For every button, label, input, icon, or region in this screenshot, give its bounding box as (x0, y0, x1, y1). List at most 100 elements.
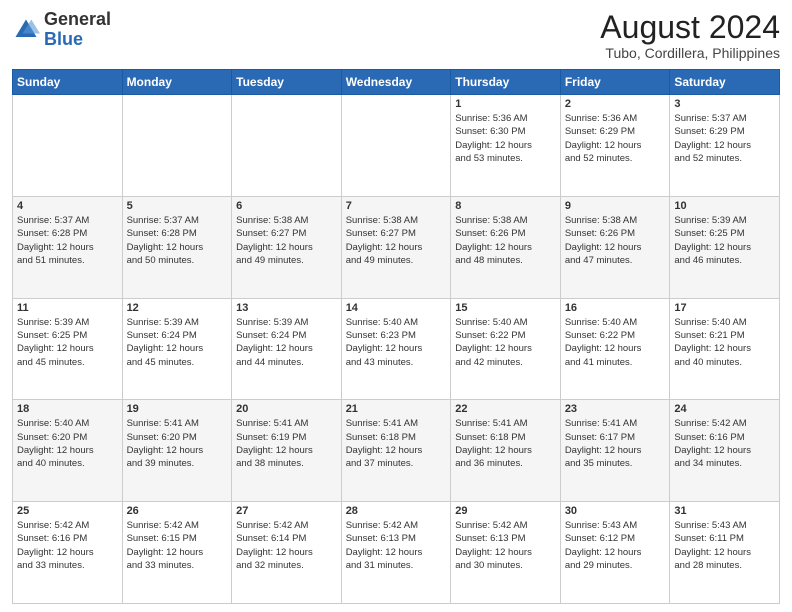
calendar-table: SundayMondayTuesdayWednesdayThursdayFrid… (12, 69, 780, 604)
day-info: Sunrise: 5:41 AM Sunset: 6:18 PM Dayligh… (346, 417, 447, 470)
day-number: 19 (127, 403, 228, 415)
calendar-cell: 1 Sunrise: 5:36 AM Sunset: 6:30 PM Daylig… (451, 95, 561, 197)
calendar-week-4: 18 Sunrise: 5:40 AM Sunset: 6:20 PM Dayli… (13, 400, 780, 502)
day-number: 20 (236, 403, 337, 415)
day-number: 23 (565, 403, 666, 415)
day-info: Sunrise: 5:38 AM Sunset: 6:26 PM Dayligh… (455, 214, 556, 267)
day-info: Sunrise: 5:38 AM Sunset: 6:27 PM Dayligh… (236, 214, 337, 267)
calendar-cell: 4 Sunrise: 5:37 AM Sunset: 6:28 PM Daylig… (13, 196, 123, 298)
day-info: Sunrise: 5:43 AM Sunset: 6:11 PM Dayligh… (674, 519, 775, 572)
calendar-cell: 30 Sunrise: 5:43 AM Sunset: 6:12 PM Dayli… (560, 502, 670, 604)
day-number: 31 (674, 505, 775, 517)
day-header-monday: Monday (122, 70, 232, 95)
day-header-saturday: Saturday (670, 70, 780, 95)
day-number: 5 (127, 200, 228, 212)
day-info: Sunrise: 5:40 AM Sunset: 6:21 PM Dayligh… (674, 316, 775, 369)
day-info: Sunrise: 5:39 AM Sunset: 6:25 PM Dayligh… (17, 316, 118, 369)
location: Tubo, Cordillera, Philippines (600, 45, 780, 61)
calendar-cell: 6 Sunrise: 5:38 AM Sunset: 6:27 PM Daylig… (232, 196, 342, 298)
day-info: Sunrise: 5:41 AM Sunset: 6:19 PM Dayligh… (236, 417, 337, 470)
calendar-cell: 21Sunrise: 5:41 AM Sunset: 6:18 PM Dayli… (341, 400, 451, 502)
calendar-cell: 31 Sunrise: 5:43 AM Sunset: 6:11 PM Dayli… (670, 502, 780, 604)
day-info: Sunrise: 5:40 AM Sunset: 6:23 PM Dayligh… (346, 316, 447, 369)
calendar-cell: 23 Sunrise: 5:41 AM Sunset: 6:17 PM Dayli… (560, 400, 670, 502)
calendar-cell: 8Sunrise: 5:38 AM Sunset: 6:26 PM Daylig… (451, 196, 561, 298)
calendar-cell: 16Sunrise: 5:40 AM Sunset: 6:22 PM Dayli… (560, 298, 670, 400)
day-header-tuesday: Tuesday (232, 70, 342, 95)
day-info: Sunrise: 5:36 AM Sunset: 6:30 PM Dayligh… (455, 112, 556, 165)
day-info: Sunrise: 5:40 AM Sunset: 6:22 PM Dayligh… (455, 316, 556, 369)
day-info: Sunrise: 5:43 AM Sunset: 6:12 PM Dayligh… (565, 519, 666, 572)
logo: General Blue (12, 10, 111, 50)
day-info: Sunrise: 5:38 AM Sunset: 6:27 PM Dayligh… (346, 214, 447, 267)
calendar-cell: 26Sunrise: 5:42 AM Sunset: 6:15 PM Dayli… (122, 502, 232, 604)
day-number: 14 (346, 302, 447, 314)
day-number: 30 (565, 505, 666, 517)
day-number: 29 (455, 505, 556, 517)
day-number: 27 (236, 505, 337, 517)
month-year: August 2024 (600, 10, 780, 45)
day-number: 1 (455, 98, 556, 110)
calendar-cell: 9Sunrise: 5:38 AM Sunset: 6:26 PM Daylig… (560, 196, 670, 298)
logo-icon (12, 16, 40, 44)
calendar-cell (13, 95, 123, 197)
day-number: 18 (17, 403, 118, 415)
day-info: Sunrise: 5:41 AM Sunset: 6:18 PM Dayligh… (455, 417, 556, 470)
calendar-week-1: 1 Sunrise: 5:36 AM Sunset: 6:30 PM Daylig… (13, 95, 780, 197)
logo-general-text: General (44, 9, 111, 29)
calendar-cell: 25Sunrise: 5:42 AM Sunset: 6:16 PM Dayli… (13, 502, 123, 604)
calendar-cell: 24 Sunrise: 5:42 AM Sunset: 6:16 PM Dayli… (670, 400, 780, 502)
day-number: 17 (674, 302, 775, 314)
calendar-cell: 2 Sunrise: 5:36 AM Sunset: 6:29 PM Daylig… (560, 95, 670, 197)
calendar-cell: 29Sunrise: 5:42 AM Sunset: 6:13 PM Dayli… (451, 502, 561, 604)
day-number: 3 (674, 98, 775, 110)
day-number: 4 (17, 200, 118, 212)
calendar-cell (341, 95, 451, 197)
day-number: 13 (236, 302, 337, 314)
day-header-friday: Friday (560, 70, 670, 95)
day-number: 6 (236, 200, 337, 212)
calendar-cell: 12 Sunrise: 5:39 AM Sunset: 6:24 PM Dayli… (122, 298, 232, 400)
day-info: Sunrise: 5:42 AM Sunset: 6:16 PM Dayligh… (674, 417, 775, 470)
calendar-cell (232, 95, 342, 197)
day-number: 11 (17, 302, 118, 314)
calendar-cell: 20 Sunrise: 5:41 AM Sunset: 6:19 PM Dayli… (232, 400, 342, 502)
calendar-week-5: 25Sunrise: 5:42 AM Sunset: 6:16 PM Dayli… (13, 502, 780, 604)
day-info: Sunrise: 5:40 AM Sunset: 6:20 PM Dayligh… (17, 417, 118, 470)
day-number: 25 (17, 505, 118, 517)
calendar-cell: 18 Sunrise: 5:40 AM Sunset: 6:20 PM Dayli… (13, 400, 123, 502)
day-info: Sunrise: 5:37 AM Sunset: 6:28 PM Dayligh… (127, 214, 228, 267)
day-info: Sunrise: 5:42 AM Sunset: 6:13 PM Dayligh… (346, 519, 447, 572)
day-info: Sunrise: 5:39 AM Sunset: 6:24 PM Dayligh… (127, 316, 228, 369)
calendar-cell: 27Sunrise: 5:42 AM Sunset: 6:14 PM Dayli… (232, 502, 342, 604)
logo-blue-text: Blue (44, 29, 83, 49)
calendar-cell: 15Sunrise: 5:40 AM Sunset: 6:22 PM Dayli… (451, 298, 561, 400)
day-header-thursday: Thursday (451, 70, 561, 95)
calendar-cell: 19 Sunrise: 5:41 AM Sunset: 6:20 PM Dayli… (122, 400, 232, 502)
day-number: 2 (565, 98, 666, 110)
day-number: 24 (674, 403, 775, 415)
calendar-cell: 10Sunrise: 5:39 AM Sunset: 6:25 PM Dayli… (670, 196, 780, 298)
calendar-cell: 14 Sunrise: 5:40 AM Sunset: 6:23 PM Dayli… (341, 298, 451, 400)
calendar-cell: 3 Sunrise: 5:37 AM Sunset: 6:29 PM Daylig… (670, 95, 780, 197)
day-number: 12 (127, 302, 228, 314)
day-info: Sunrise: 5:37 AM Sunset: 6:29 PM Dayligh… (674, 112, 775, 165)
calendar-week-2: 4 Sunrise: 5:37 AM Sunset: 6:28 PM Daylig… (13, 196, 780, 298)
day-info: Sunrise: 5:41 AM Sunset: 6:20 PM Dayligh… (127, 417, 228, 470)
day-info: Sunrise: 5:36 AM Sunset: 6:29 PM Dayligh… (565, 112, 666, 165)
day-info: Sunrise: 5:42 AM Sunset: 6:15 PM Dayligh… (127, 519, 228, 572)
day-info: Sunrise: 5:39 AM Sunset: 6:25 PM Dayligh… (674, 214, 775, 267)
day-info: Sunrise: 5:37 AM Sunset: 6:28 PM Dayligh… (17, 214, 118, 267)
day-info: Sunrise: 5:41 AM Sunset: 6:17 PM Dayligh… (565, 417, 666, 470)
calendar-header-row: SundayMondayTuesdayWednesdayThursdayFrid… (13, 70, 780, 95)
day-number: 28 (346, 505, 447, 517)
calendar-cell: 28 Sunrise: 5:42 AM Sunset: 6:13 PM Dayli… (341, 502, 451, 604)
page: General Blue August 2024 Tubo, Cordiller… (0, 0, 792, 612)
calendar-cell: 5 Sunrise: 5:37 AM Sunset: 6:28 PM Daylig… (122, 196, 232, 298)
day-info: Sunrise: 5:38 AM Sunset: 6:26 PM Dayligh… (565, 214, 666, 267)
title-block: August 2024 Tubo, Cordillera, Philippine… (600, 10, 780, 61)
header: General Blue August 2024 Tubo, Cordiller… (12, 10, 780, 61)
calendar-cell: 13Sunrise: 5:39 AM Sunset: 6:24 PM Dayli… (232, 298, 342, 400)
calendar-cell: 11 Sunrise: 5:39 AM Sunset: 6:25 PM Dayli… (13, 298, 123, 400)
calendar-cell: 17 Sunrise: 5:40 AM Sunset: 6:21 PM Dayli… (670, 298, 780, 400)
